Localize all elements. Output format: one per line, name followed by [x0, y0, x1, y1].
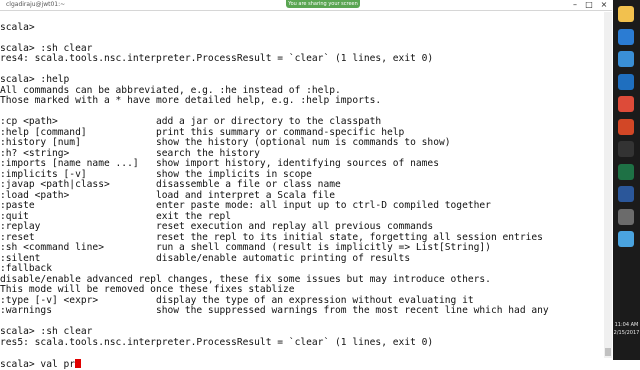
terminal-line: This mode will be removed once these fix…: [0, 284, 295, 295]
terminal-line: :javap <path|class> disassemble a file o…: [0, 179, 341, 190]
terminal-line: :sh <command line> run a shell command (…: [0, 242, 491, 253]
terminal-line: :paste enter paste mode: all input up to…: [0, 200, 491, 211]
window-title: clgadiraju@jwt01:~: [6, 1, 66, 8]
terminal-prompt-line[interactable]: scala> val pr: [0, 358, 600, 370]
terminal-line: :cp <path> add a jar or directory to the…: [0, 116, 382, 127]
taskbar-date[interactable]: 2/15/2017: [613, 330, 640, 336]
app-icon[interactable]: [618, 231, 634, 247]
chrome-icon[interactable]: [618, 96, 634, 112]
taskbar-time[interactable]: 11:04 AM: [613, 322, 640, 328]
settings-icon[interactable]: [618, 208, 634, 225]
terminal-icon[interactable]: [618, 141, 634, 157]
vertical-scrollbar[interactable]: [604, 12, 612, 358]
terminal-line: scala> :sh clear: [0, 326, 93, 337]
terminal-line: scala>: [0, 21, 41, 33]
excel-icon[interactable]: [618, 163, 634, 180]
maximize-icon[interactable]: □: [582, 0, 596, 10]
terminal-line: scala> :help: [0, 74, 70, 85]
terminal-line: :history [num] show the history (optiona…: [0, 137, 451, 148]
windows-store-icon[interactable]: [618, 51, 634, 67]
prompt-input-text[interactable]: scala> val pr: [0, 359, 75, 370]
scrollbar-thumb[interactable]: [605, 348, 611, 356]
word-icon[interactable]: [618, 186, 634, 202]
terminal-line: Those marked with a * have more detailed…: [0, 95, 382, 106]
terminal-line: :warnings show the suppressed warnings f…: [0, 305, 549, 316]
screen-share-banner[interactable]: You are sharing your screen: [286, 0, 360, 8]
file-explorer-icon[interactable]: [618, 6, 634, 22]
powerpoint-icon[interactable]: [618, 118, 634, 135]
terminal-line: :replay reset execution and replay all p…: [0, 221, 434, 232]
mail-icon[interactable]: [618, 73, 634, 90]
close-icon[interactable]: ×: [597, 0, 611, 10]
terminal-output[interactable]: scala> scala> :sh clear res4: scala.tools…: [0, 12, 600, 369]
edge-icon[interactable]: [618, 28, 634, 45]
terminal-line: :imports [name name ...] show import his…: [0, 158, 439, 169]
terminal-line: res4: scala.tools.nsc.interpreter.Proces…: [0, 53, 434, 64]
terminal-line: :silent disable/enable automatic printin…: [0, 252, 411, 264]
minimize-icon[interactable]: –: [568, 0, 582, 10]
terminal-line: :fallback: [0, 263, 52, 274]
taskbar: 11:04 AM 2/15/2017: [613, 0, 640, 360]
terminal-line: res5: scala.tools.nsc.interpreter.Proces…: [0, 336, 434, 348]
